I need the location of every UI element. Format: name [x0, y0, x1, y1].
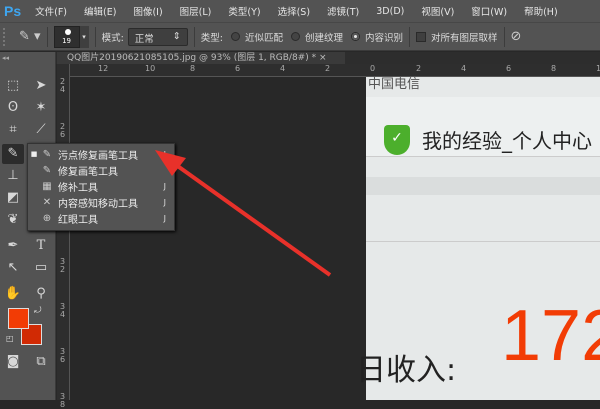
annotation-arrow	[155, 150, 332, 277]
arrow-head-icon	[155, 150, 186, 176]
arrow-shaft	[170, 160, 332, 277]
